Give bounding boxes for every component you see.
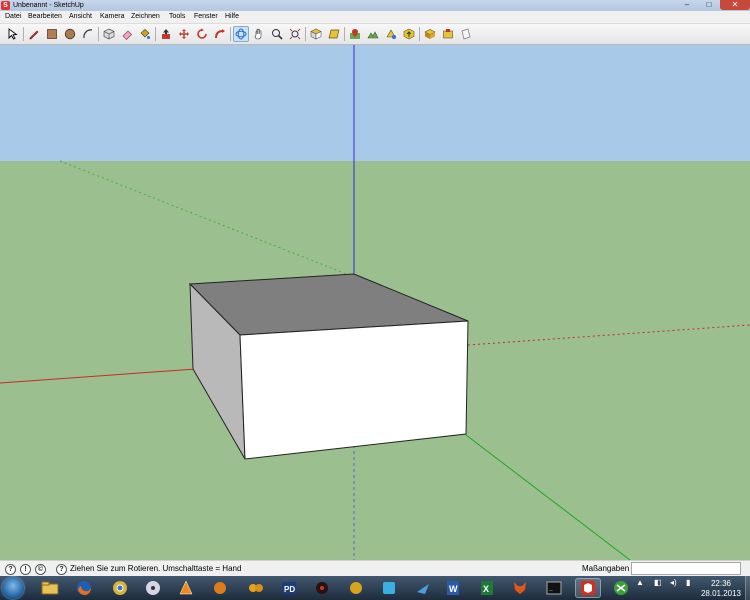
arc-icon[interactable] — [80, 26, 96, 42]
media-player-icon[interactable] — [140, 578, 166, 598]
minimize-button[interactable]: – — [676, 0, 698, 10]
layout-icon[interactable] — [458, 26, 474, 42]
volume-icon[interactable]: ◂) — [670, 578, 677, 587]
tray-arrow-icon[interactable]: ▲ — [636, 578, 644, 587]
word-icon[interactable]: W — [440, 578, 466, 598]
sky — [0, 45, 750, 161]
select-icon[interactable] — [5, 26, 21, 42]
get-models-icon[interactable] — [383, 26, 399, 42]
rotate-icon[interactable] — [194, 26, 210, 42]
extension-warehouse-icon[interactable] — [440, 26, 456, 42]
svg-text:PD: PD — [284, 585, 295, 594]
excel-icon[interactable]: X — [474, 578, 500, 598]
push-pull-icon[interactable] — [158, 26, 174, 42]
menu-bearbeiten[interactable]: Bearbeiten — [28, 11, 62, 23]
menu-datei[interactable]: Datei — [5, 11, 21, 23]
menu-zeichnen[interactable]: Zeichnen — [131, 11, 160, 23]
sketchup-icon[interactable] — [575, 578, 601, 598]
menu-ansicht[interactable]: Ansicht — [69, 11, 92, 23]
close-button[interactable]: ✕ — [720, 0, 750, 10]
firefox-icon[interactable] — [71, 578, 97, 598]
svg-text:X: X — [483, 584, 489, 594]
xampp-icon[interactable] — [608, 578, 634, 598]
show-desktop-button[interactable] — [745, 576, 750, 600]
vlc-icon[interactable] — [173, 578, 199, 598]
menu-bar: Datei Bearbeiten Ansicht Kamera Zeichnen… — [0, 11, 750, 24]
geo-location-icon[interactable]: ? — [5, 564, 16, 575]
toggle-terrain-icon[interactable] — [365, 26, 381, 42]
menu-hilfe[interactable]: Hilfe — [225, 11, 239, 23]
clock-date[interactable]: 28.01.2013 — [700, 589, 742, 598]
svg-text:_: _ — [548, 585, 553, 592]
explorer-icon[interactable] — [37, 578, 63, 598]
add-location-icon[interactable] — [347, 26, 363, 42]
circle-icon[interactable] — [62, 26, 78, 42]
clock-time[interactable]: 22:36 — [700, 579, 742, 588]
status-message: Ziehen Sie zum Rotieren. Umschalttaste =… — [70, 564, 242, 573]
line-pencil-icon[interactable] — [26, 26, 42, 42]
start-button[interactable] — [2, 577, 24, 599]
sketchup-app-icon[interactable]: S — [1, 1, 10, 10]
credits-icon[interactable]: ! — [20, 564, 31, 575]
zoom-extents-icon[interactable] — [287, 26, 303, 42]
model-viewport[interactable] — [0, 45, 750, 560]
pan-icon[interactable] — [251, 26, 267, 42]
status-bar: ? ! © ? Ziehen Sie zum Rotieren. Umschal… — [0, 560, 750, 577]
battery-icon[interactable]: ▮ — [686, 578, 690, 587]
main-toolbar — [0, 24, 750, 45]
follow-me-icon[interactable] — [212, 26, 228, 42]
make-component-icon[interactable] — [101, 26, 117, 42]
fox-app-icon[interactable] — [507, 578, 533, 598]
eraser-icon[interactable] — [119, 26, 135, 42]
move-icon[interactable] — [176, 26, 192, 42]
share-app-icon[interactable] — [410, 578, 436, 598]
zoom-icon[interactable] — [269, 26, 285, 42]
network-icon[interactable]: ◧ — [654, 578, 662, 587]
rectangle-icon[interactable] — [44, 26, 60, 42]
plane-app-icon[interactable] — [376, 578, 402, 598]
title-bar[interactable]: S Unbenannt - SketchUp – □ ✕ — [0, 0, 750, 11]
audacity-icon[interactable] — [309, 578, 335, 598]
maximize-button[interactable]: □ — [698, 0, 720, 10]
top-view-icon[interactable] — [326, 26, 342, 42]
menu-fenster[interactable]: Fenster — [194, 11, 218, 23]
pd-app-icon[interactable]: PD — [276, 578, 302, 598]
svg-text:W: W — [449, 584, 458, 594]
window-title: Unbenannt - SketchUp — [13, 2, 84, 9]
calculator-icon[interactable] — [343, 578, 369, 598]
media-app-icon[interactable] — [243, 578, 269, 598]
menu-tools[interactable]: Tools — [169, 11, 185, 23]
measurements-label: Maßangaben — [582, 564, 630, 573]
credits-icon-2[interactable]: © — [35, 564, 46, 575]
sketchup-window: S Unbenannt - SketchUp – □ ✕ Datei Bearb… — [0, 0, 750, 577]
iso-view-icon[interactable] — [308, 26, 324, 42]
chrome-icon[interactable] — [107, 578, 133, 598]
paint-bucket-icon[interactable] — [137, 26, 153, 42]
gamepad-icon[interactable] — [207, 578, 233, 598]
orbit-icon[interactable] — [233, 26, 249, 42]
share-component-icon[interactable] — [422, 26, 438, 42]
windows-taskbar: PD W X _ ▲ ◧ ◂) ▮ 22:36 28.01.2013 — [0, 576, 750, 600]
share-model-icon[interactable] — [401, 26, 417, 42]
measurements-field[interactable] — [631, 562, 741, 575]
help-icon[interactable]: ? — [56, 564, 67, 575]
terminal-icon[interactable]: _ — [541, 578, 567, 598]
menu-kamera[interactable]: Kamera — [100, 11, 125, 23]
